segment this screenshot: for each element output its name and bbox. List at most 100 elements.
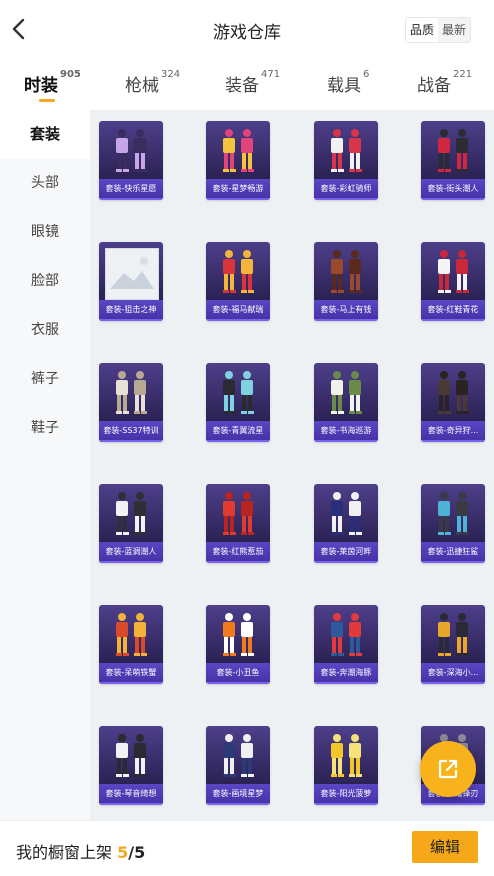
item-card[interactable]: 套装-星梦畅游 xyxy=(206,121,270,200)
showcase-total: 5 xyxy=(134,843,146,862)
outfit-thumbnail xyxy=(425,367,481,421)
tab-count: 221 xyxy=(453,69,473,80)
item-card-label: 套装-彩虹骑师 xyxy=(314,179,378,200)
sidebar-item-suits[interactable]: 套装 xyxy=(0,110,90,159)
outfit-thumbnail xyxy=(210,367,266,421)
item-card-label: 套装-马上有钱 xyxy=(314,300,378,321)
item-card[interactable]: 套装-街头潮人 xyxy=(421,121,485,200)
tab-count: 6 xyxy=(363,69,370,80)
item-card[interactable]: 套装-SS37特训 xyxy=(99,363,163,442)
item-card[interactable]: 套装-红熊惹茄 xyxy=(206,484,270,563)
active-tab-indicator xyxy=(39,99,55,102)
sort-newest-option[interactable]: 最新 xyxy=(438,18,470,42)
item-card-label: 套装-小丑鱼 xyxy=(206,663,270,684)
item-card-label: 套装-深海小... xyxy=(421,663,485,684)
sort-quality-option[interactable]: 品质 xyxy=(406,18,439,42)
outfit-thumbnail xyxy=(210,730,266,784)
item-card[interactable]: 套装-福马献瑞 xyxy=(206,242,270,321)
item-card-label: 套装-画境星梦 xyxy=(206,784,270,805)
item-card-label: 套装-琴音绮想 xyxy=(99,784,163,805)
sidebar-item-clothes[interactable]: 衣服 xyxy=(0,306,90,355)
sort-toggle[interactable]: 品质 最新 xyxy=(405,17,472,43)
share-fab[interactable] xyxy=(420,741,476,797)
tab-fashion[interactable]: 时装905 xyxy=(24,69,81,102)
item-card[interactable]: 套装-马上有钱 xyxy=(314,242,378,321)
tab-vehicles[interactable]: 载具6 xyxy=(327,69,370,96)
sidebar: 套装 头部 眼镜 脸部 衣服 裤子 鞋子 xyxy=(0,110,90,820)
item-card-label: 套装-蓝调潮人 xyxy=(99,542,163,563)
item-card[interactable]: 套装-小丑鱼 xyxy=(206,605,270,684)
item-card-label: 套装-书海巡游 xyxy=(314,421,378,442)
item-card[interactable]: 套装-青翼流星 xyxy=(206,363,270,442)
outfit-thumbnail xyxy=(210,246,266,300)
item-card-label: 套装-红熊惹茄 xyxy=(206,542,270,563)
item-card[interactable]: 套装-红鞋青花 xyxy=(421,242,485,321)
outfit-thumbnail xyxy=(318,609,374,663)
item-card-label: 套装-SS37特训 xyxy=(99,421,163,442)
tab-label: 载具 xyxy=(327,76,361,96)
tab-equipment[interactable]: 装备471 xyxy=(225,69,281,96)
category-tabs: 时装905 枪械324 装备471 载具6 战备221 xyxy=(0,58,494,110)
showcase-label: 我的橱窗上架 xyxy=(16,843,113,862)
tab-label: 战备 xyxy=(417,76,451,96)
top-bar: 游戏仓库 品质 最新 xyxy=(0,0,494,58)
tab-count: 905 xyxy=(60,69,81,80)
item-card-label: 套装-红鞋青花 xyxy=(421,300,485,321)
item-card[interactable]: 套装-画境星梦 xyxy=(206,726,270,805)
sidebar-item-head[interactable]: 头部 xyxy=(0,159,90,208)
sidebar-item-glasses[interactable]: 眼镜 xyxy=(0,208,90,257)
item-card-label: 套装-街头潮人 xyxy=(421,179,485,200)
sidebar-item-face[interactable]: 脸部 xyxy=(0,257,90,306)
tab-label: 装备 xyxy=(225,76,259,96)
item-card[interactable]: 套装-阳光菠萝 xyxy=(314,726,378,805)
sidebar-item-shoes[interactable]: 鞋子 xyxy=(0,404,90,453)
tab-count: 471 xyxy=(261,69,281,80)
outfit-thumbnail xyxy=(210,488,266,542)
item-card-label: 套装-狙击之神 xyxy=(99,300,163,321)
item-card-label: 套装-莱茵河畔 xyxy=(314,542,378,563)
item-card[interactable]: 套装-狙击之神 xyxy=(99,242,163,321)
showcase-status: 我的橱窗上架 5/5 xyxy=(16,839,145,863)
outfit-thumbnail xyxy=(103,125,159,179)
item-card[interactable]: 套装-书海巡游 xyxy=(314,363,378,442)
image-placeholder-icon xyxy=(105,248,159,300)
tab-guns[interactable]: 枪械324 xyxy=(125,69,180,96)
outfit-thumbnail xyxy=(318,367,374,421)
item-card[interactable]: 套装-快乐星愿 xyxy=(99,121,163,200)
outfit-thumbnail xyxy=(318,125,374,179)
item-grid: 套装-快乐星愿 套装-星梦畅游 套装-彩虹骑师 套装-街头潮人套装-狙击之神 套装-福马… xyxy=(90,110,494,820)
tab-label: 时装 xyxy=(24,76,58,96)
item-card-label: 套装-奇异狩... xyxy=(421,421,485,442)
showcase-current: 5 xyxy=(117,843,129,862)
item-card[interactable]: 套装-莱茵河畔 xyxy=(314,484,378,563)
external-share-icon xyxy=(438,759,458,779)
item-card-label: 套装-阳光菠萝 xyxy=(314,784,378,805)
outfit-thumbnail xyxy=(103,488,159,542)
item-card-label: 套装-快乐星愿 xyxy=(99,179,163,200)
item-card[interactable]: 套装-深海小... xyxy=(421,605,485,684)
item-card[interactable]: 套装-彩虹骑师 xyxy=(314,121,378,200)
item-card-label: 套装-星梦畅游 xyxy=(206,179,270,200)
outfit-thumbnail xyxy=(103,609,159,663)
outfit-thumbnail xyxy=(425,609,481,663)
outfit-thumbnail xyxy=(103,367,159,421)
edit-button[interactable]: 编辑 xyxy=(412,831,478,863)
tab-battle-prep[interactable]: 战备221 xyxy=(417,69,473,96)
item-card-label: 套装-奔潮海豚 xyxy=(314,663,378,684)
item-card[interactable]: 套装-琴音绮想 xyxy=(99,726,163,805)
sidebar-item-pants[interactable]: 裤子 xyxy=(0,355,90,404)
item-card-label: 套装-呆萌铁蟹 xyxy=(99,663,163,684)
item-card[interactable]: 套装-呆萌铁蟹 xyxy=(99,605,163,684)
outfit-thumbnail xyxy=(318,730,374,784)
outfit-thumbnail xyxy=(318,246,374,300)
bottom-bar: 我的橱窗上架 5/5 编辑 xyxy=(0,820,494,876)
item-card[interactable]: 套装-奇异狩... xyxy=(421,363,485,442)
item-card[interactable]: 套装-奔潮海豚 xyxy=(314,605,378,684)
outfit-thumbnail xyxy=(425,125,481,179)
item-card[interactable]: 套装-迅捷狂鲨 xyxy=(421,484,485,563)
item-card-label: 套装-迅捷狂鲨 xyxy=(421,542,485,563)
item-card[interactable]: 套装-蓝调潮人 xyxy=(99,484,163,563)
outfit-thumbnail xyxy=(103,730,159,784)
outfit-thumbnail xyxy=(210,609,266,663)
tab-label: 枪械 xyxy=(125,76,159,96)
